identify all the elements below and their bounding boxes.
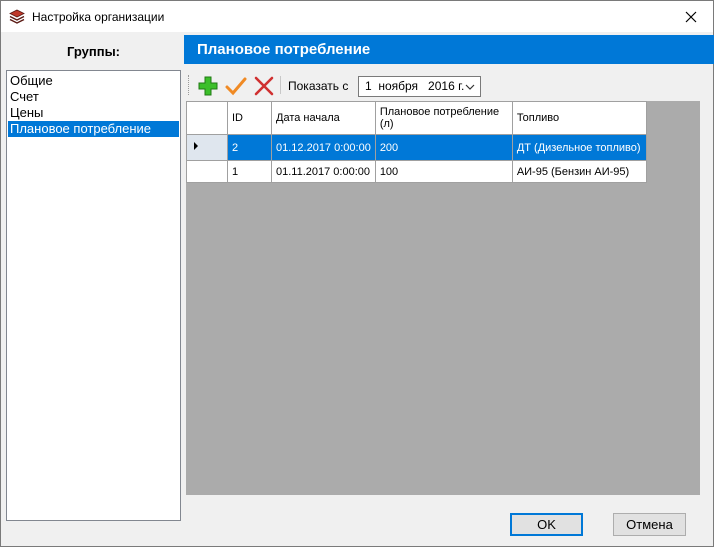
date-value: 1 ноября 2016 г. bbox=[365, 79, 465, 93]
plus-icon bbox=[198, 76, 218, 96]
chevron-down-icon[interactable] bbox=[463, 77, 477, 96]
cell-start-date[interactable]: 01.12.2017 0:00:00 bbox=[271, 134, 376, 161]
column-header-fuel[interactable]: Топливо bbox=[511, 101, 647, 135]
cancel-button[interactable]: Отмена bbox=[613, 513, 686, 536]
toolbar-grip[interactable] bbox=[188, 75, 191, 95]
group-item-account[interactable]: Счет bbox=[8, 89, 179, 105]
groups-header: Группы: bbox=[66, 43, 120, 59]
section-title: Плановое потребление bbox=[184, 35, 714, 64]
apply-button[interactable] bbox=[224, 74, 248, 98]
cell-id[interactable]: 2 bbox=[227, 134, 272, 161]
cell-planned-consumption[interactable]: 100 bbox=[374, 160, 513, 183]
cell-id[interactable]: 1 bbox=[227, 160, 272, 183]
consumption-grid: ID Дата начала Плановое потребление (л) … bbox=[186, 101, 700, 495]
column-header-planned-consumption[interactable]: Плановое потребление (л) bbox=[374, 101, 513, 135]
toolbar-separator bbox=[280, 76, 281, 94]
delete-button[interactable] bbox=[252, 74, 276, 98]
settings-dialog: Настройка организации Группы: Общие Счет… bbox=[0, 0, 714, 547]
row-selector[interactable] bbox=[186, 134, 228, 161]
table-row[interactable]: 1 01.11.2017 0:00:00 100 АИ-95 (Бензин А… bbox=[186, 160, 647, 183]
title-bar: Настройка организации bbox=[1, 1, 713, 32]
groups-panel: Группы: Общие Счет Цены Плановое потребл… bbox=[6, 35, 181, 521]
cell-fuel[interactable]: ДТ (Дизельное топливо) bbox=[511, 134, 647, 161]
cell-start-date[interactable]: 01.11.2017 0:00:00 bbox=[271, 160, 376, 183]
show-from-label: Показать с bbox=[288, 79, 349, 93]
toolbar: Показать с 1 ноября 2016 г. bbox=[186, 70, 700, 101]
checkmark-icon bbox=[225, 77, 247, 96]
row-selector[interactable] bbox=[186, 160, 228, 183]
groups-list[interactable]: Общие Счет Цены Плановое потребление bbox=[6, 70, 181, 521]
close-button[interactable] bbox=[669, 1, 713, 32]
group-item-planned-consumption[interactable]: Плановое потребление bbox=[8, 121, 179, 137]
table-header-row: ID Дата начала Плановое потребление (л) … bbox=[186, 101, 647, 135]
close-icon bbox=[685, 11, 697, 22]
group-item-general[interactable]: Общие bbox=[8, 73, 179, 89]
row-header-corner bbox=[186, 101, 228, 135]
add-button[interactable] bbox=[196, 74, 220, 98]
group-item-prices[interactable]: Цены bbox=[8, 105, 179, 121]
column-header-start-date[interactable]: Дата начала bbox=[271, 101, 376, 135]
layers-app-icon bbox=[9, 9, 25, 25]
ok-button[interactable]: OK bbox=[510, 513, 583, 536]
delete-x-icon bbox=[254, 76, 274, 96]
planned-consumption-panel: Плановое потребление Показать с 1 ноября… bbox=[184, 35, 714, 497]
cell-fuel[interactable]: АИ-95 (Бензин АИ-95) bbox=[511, 160, 647, 183]
cell-planned-consumption[interactable]: 200 bbox=[374, 134, 513, 161]
window-title: Настройка организации bbox=[32, 10, 165, 24]
table-row[interactable]: 2 01.12.2017 0:00:00 200 ДТ (Дизельное т… bbox=[186, 134, 647, 161]
date-picker[interactable]: 1 ноября 2016 г. bbox=[358, 76, 481, 97]
current-row-arrow-icon bbox=[194, 142, 198, 150]
column-header-id[interactable]: ID bbox=[227, 101, 272, 135]
consumption-table: ID Дата начала Плановое потребление (л) … bbox=[186, 101, 647, 183]
